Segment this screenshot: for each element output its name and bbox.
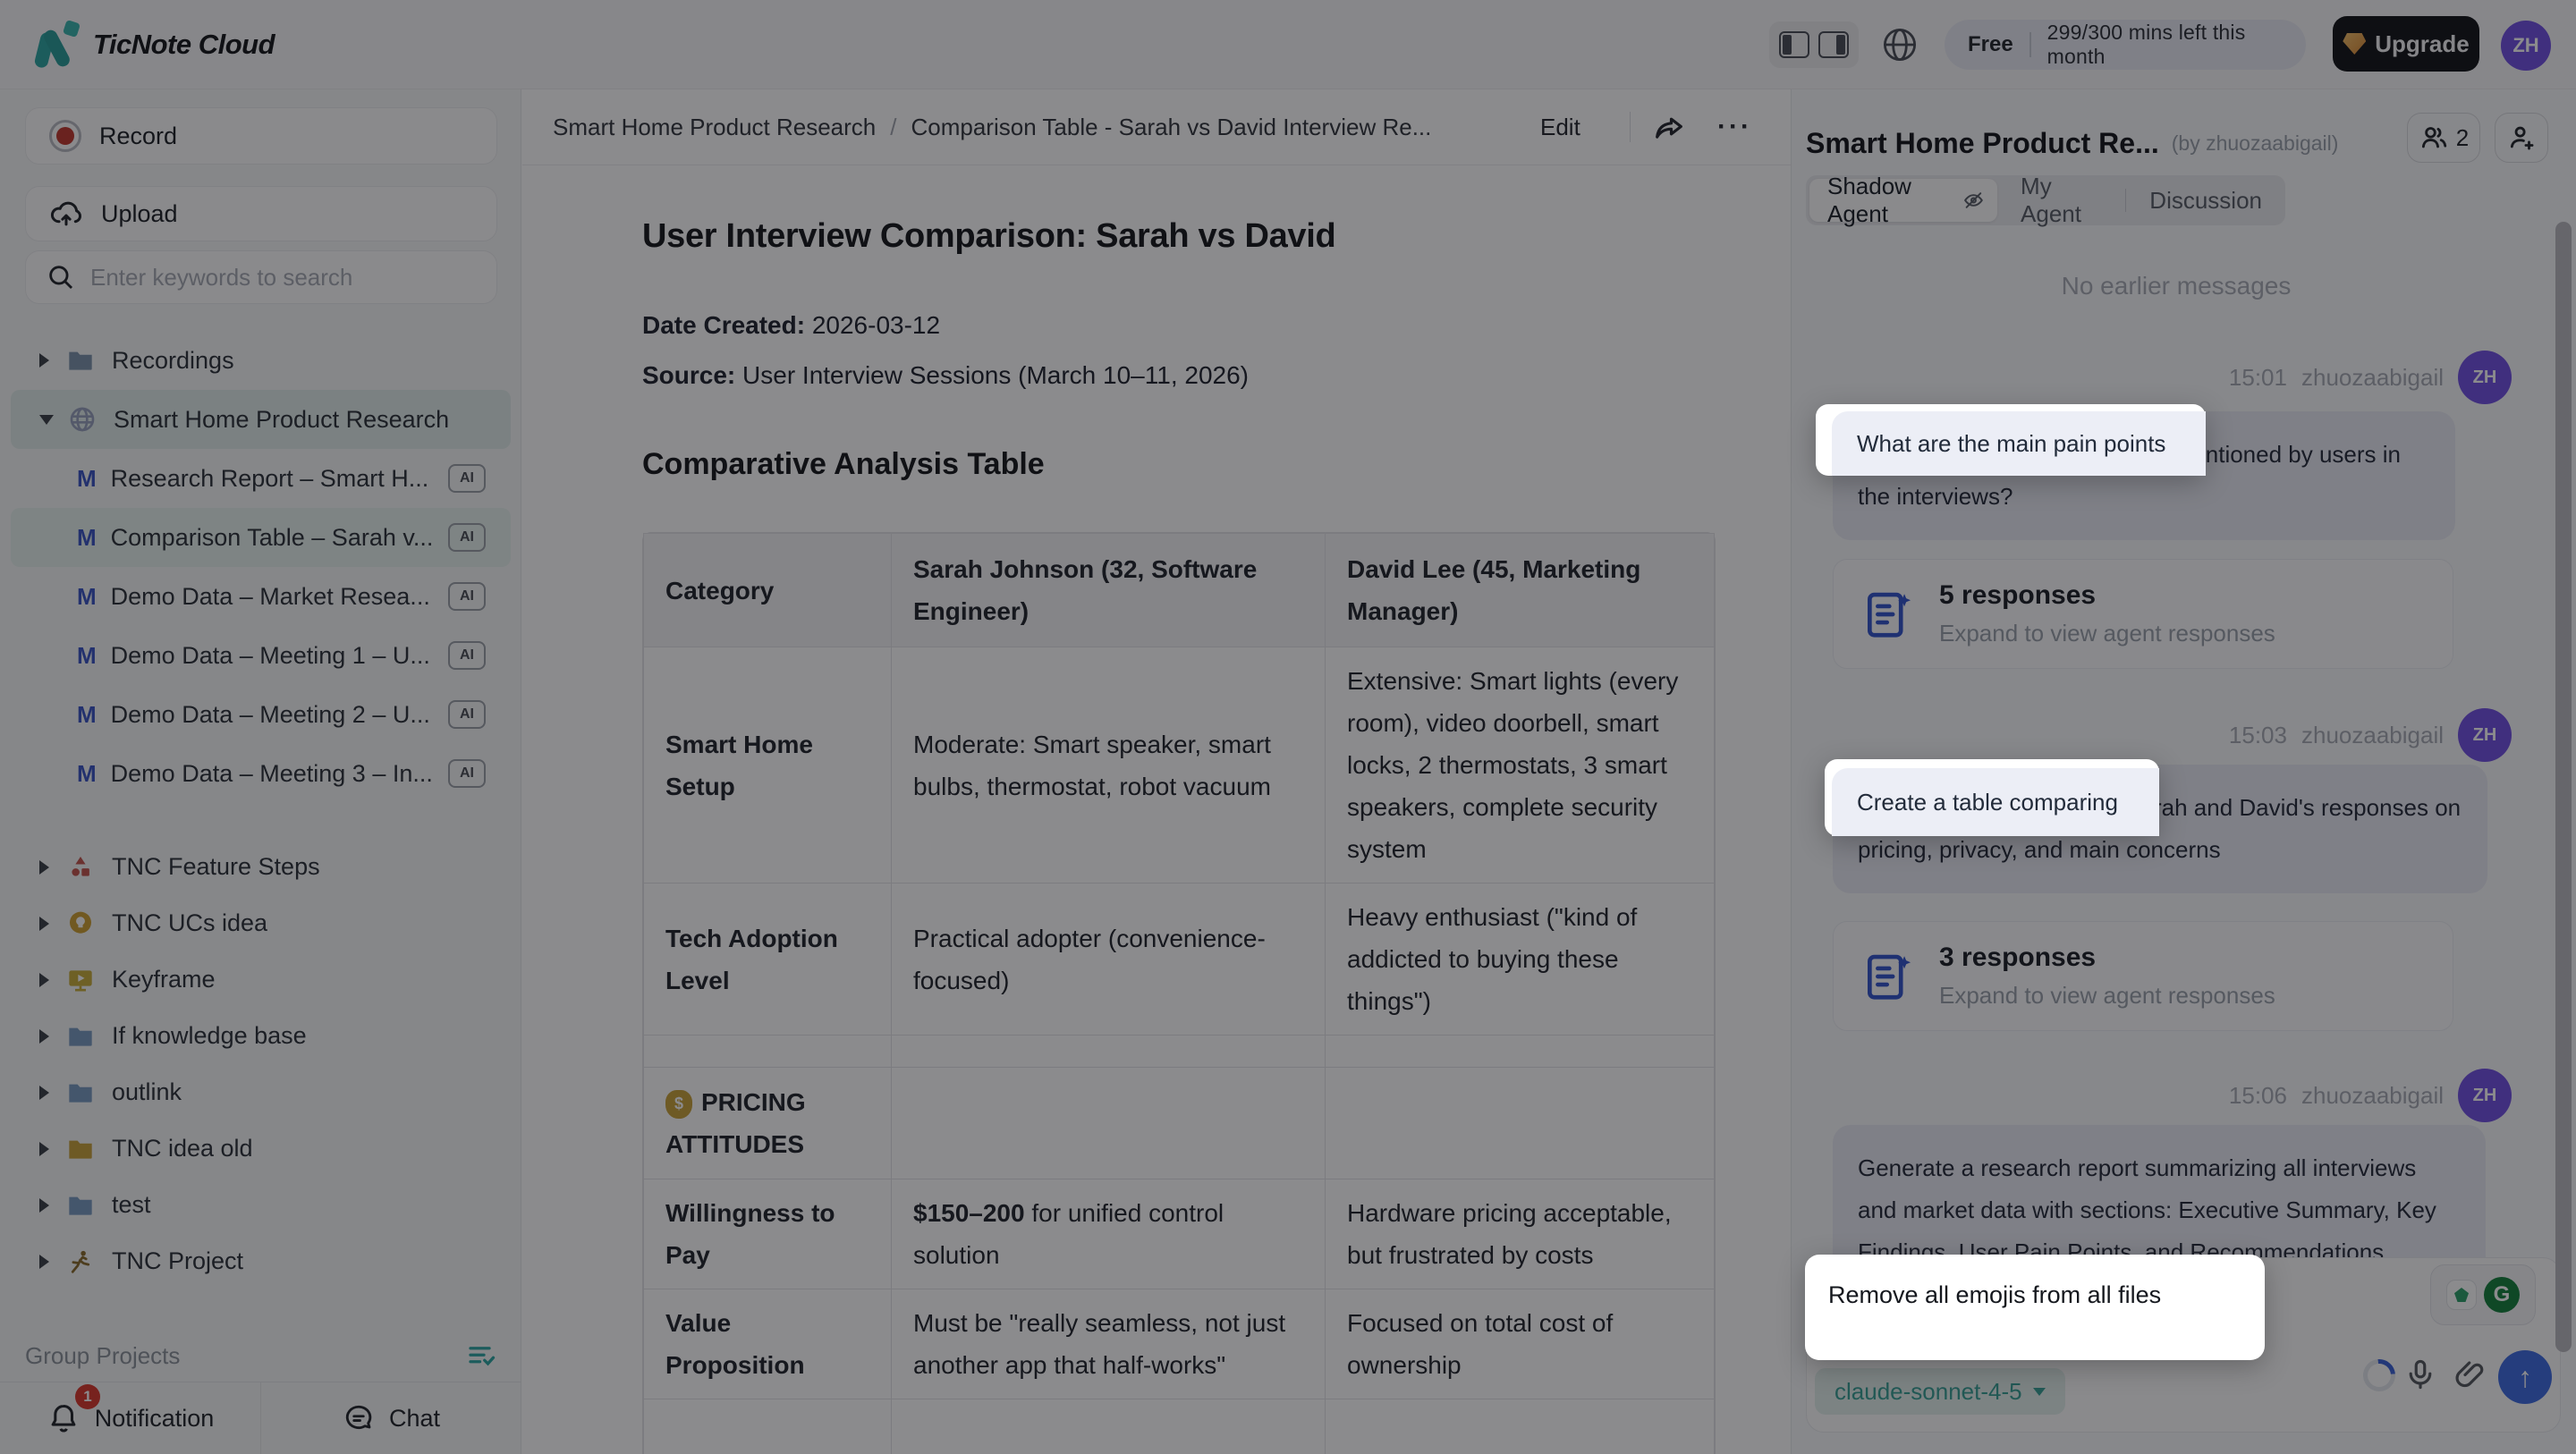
dim-overlay (0, 0, 2576, 1454)
app-window: TicNote Cloud Free 299/300 mins left thi… (0, 0, 2576, 1454)
composer-input-spotlight[interactable]: Remove all emojis from all files (1805, 1255, 2265, 1360)
highlight-pain-points: What are the main pain points (1816, 404, 2206, 476)
highlight-create-table: Create a table comparing (1825, 759, 2159, 836)
